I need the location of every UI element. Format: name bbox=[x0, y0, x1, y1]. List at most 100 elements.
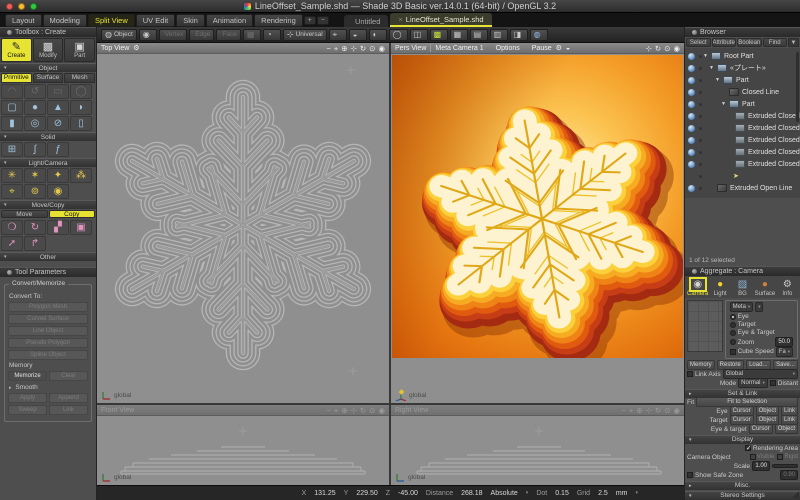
visibility-toggle[interactable] bbox=[688, 185, 695, 192]
mode-dropdown[interactable]: Normal▾ bbox=[738, 378, 768, 388]
toolbox-mode-button[interactable]: ▩ Modify bbox=[33, 38, 64, 62]
viewport-zoom-icon[interactable]: ⊹ bbox=[646, 44, 652, 53]
item-label[interactable]: Part bbox=[736, 77, 749, 84]
visibility-toggle[interactable] bbox=[688, 101, 695, 108]
rendered-preview[interactable] bbox=[392, 55, 683, 358]
primitive-tool-icon[interactable]: ↺ bbox=[24, 84, 46, 99]
primitive-tool-icon[interactable]: ● bbox=[24, 100, 46, 115]
viewport-zoom-icon[interactable]: + bbox=[334, 406, 338, 415]
add-workspace-button[interactable]: + bbox=[304, 16, 316, 25]
viewport-zoom-icon[interactable]: ⊕ bbox=[341, 406, 347, 415]
rendering-area-checkbox[interactable] bbox=[745, 445, 751, 451]
pause-button[interactable]: Pause bbox=[532, 45, 552, 52]
visibility-toggle[interactable] bbox=[688, 89, 695, 96]
viewport-zoom-icon[interactable]: ↻ bbox=[655, 44, 661, 53]
light-camera-tool-icon[interactable]: ⊚ bbox=[24, 184, 46, 199]
scale-field[interactable]: 1.00 bbox=[752, 461, 770, 471]
unit-dropdown[interactable]: mm bbox=[616, 490, 628, 497]
viewport-zoom-icon[interactable]: ◉ bbox=[673, 406, 680, 415]
smooth-button[interactable]: Apply bbox=[8, 393, 47, 403]
filter-funnel-icon[interactable]: ▼ bbox=[788, 38, 799, 47]
move-copy-tool-icon[interactable]: ❍ bbox=[1, 220, 23, 235]
move-copy-tool-icon[interactable]: ▣ bbox=[70, 220, 92, 235]
aggregate-tab[interactable]: ● Light bbox=[709, 278, 730, 297]
coordinate-mode-dropdown[interactable]: Absolute bbox=[491, 490, 518, 497]
move-copy-toggle-button[interactable]: Copy bbox=[49, 210, 96, 218]
scale-field-2[interactable] bbox=[772, 464, 798, 468]
toolbox-header[interactable]: Toolbox : Create bbox=[0, 27, 96, 37]
render-flag[interactable] bbox=[697, 115, 703, 118]
radio-button[interactable] bbox=[730, 322, 736, 328]
tree-row[interactable]: Extruded Closed bbox=[685, 134, 800, 146]
move-copy-section-bar[interactable]: ▾ Move/Copy bbox=[0, 200, 96, 209]
tree-scrollbar[interactable] bbox=[796, 52, 799, 122]
workspace-tab[interactable]: Skin bbox=[176, 14, 205, 27]
item-label[interactable]: «プレート» bbox=[730, 63, 766, 73]
viewport-zoom-icon[interactable]: ◉ bbox=[378, 406, 385, 415]
item-label[interactable]: Closed Line bbox=[742, 89, 779, 96]
toolbox-mode-button[interactable]: ▣ Part bbox=[64, 38, 95, 62]
viewport-zoom-icon[interactable]: ↻ bbox=[655, 406, 661, 415]
render-flag[interactable] bbox=[697, 151, 703, 154]
eye-target-set-button[interactable]: Object bbox=[775, 424, 798, 434]
render-flag[interactable] bbox=[697, 127, 703, 130]
distant-checkbox[interactable] bbox=[770, 380, 776, 386]
camera-object-option[interactable]: Rigid bbox=[777, 454, 798, 460]
toolbar-button[interactable]: ◍ Object bbox=[101, 29, 137, 41]
render-flag[interactable] bbox=[697, 175, 703, 178]
tree-row[interactable]: Closed Line bbox=[685, 86, 800, 98]
move-copy-toggle-button[interactable]: Move bbox=[1, 210, 48, 218]
workspace-tab[interactable]: Split View bbox=[88, 14, 135, 27]
toolbar-button[interactable]: ◒ bbox=[349, 29, 367, 41]
aggregate-tab[interactable]: ◉ Camera bbox=[687, 278, 708, 297]
memory-button[interactable]: Clear bbox=[49, 371, 88, 381]
workspace-tab[interactable]: Layout bbox=[5, 14, 42, 27]
solid-section-bar[interactable]: ▾ Solid bbox=[0, 132, 96, 141]
expand-arrow-icon[interactable]: ▼ bbox=[721, 101, 727, 107]
tree-row[interactable]: Extruded Open Line bbox=[685, 182, 800, 194]
tree-row[interactable]: ▼ «プレート» bbox=[685, 62, 800, 74]
toolbar-button[interactable]: ⌖ bbox=[329, 29, 347, 41]
right-view-wireframe[interactable] bbox=[391, 417, 683, 485]
remove-workspace-button[interactable]: − bbox=[317, 16, 329, 25]
workspace-tab[interactable]: Animation bbox=[206, 14, 253, 27]
render-flag[interactable] bbox=[697, 139, 703, 142]
toolbar-button[interactable]: Face bbox=[216, 29, 240, 41]
workspace-tab[interactable]: UV Edit bbox=[136, 14, 175, 27]
link-axis-checkbox[interactable] bbox=[687, 371, 693, 377]
object-section-bar[interactable]: ▾ Object bbox=[0, 63, 96, 72]
browser-tab[interactable]: Attributes bbox=[712, 38, 737, 47]
move-copy-tool-icon[interactable]: ↻ bbox=[24, 220, 46, 235]
viewport-zoom-icon[interactable]: − bbox=[621, 406, 625, 415]
primitive-tool-icon[interactable]: ◯ bbox=[70, 84, 92, 99]
object-type-tab[interactable]: Mesh bbox=[64, 73, 95, 83]
toolbar-button[interactable]: Vertex bbox=[159, 29, 187, 41]
expand-arrow-icon[interactable]: ▼ bbox=[715, 77, 721, 83]
item-label[interactable]: Part bbox=[742, 101, 755, 108]
camera-radio-row[interactable]: Target bbox=[728, 321, 795, 329]
primitive-tool-icon[interactable]: ▯ bbox=[70, 116, 92, 131]
smooth-button[interactable]: Link bbox=[49, 405, 88, 415]
viewport-title[interactable]: Front View bbox=[101, 407, 134, 414]
front-view-header[interactable]: Front View −+⊕⊹↻⊙◉ bbox=[97, 405, 389, 416]
primitive-tool-icon[interactable]: ⊘ bbox=[47, 116, 69, 131]
tree-row[interactable]: ▼ Part bbox=[685, 98, 800, 110]
primitive-tool-icon[interactable]: ▲ bbox=[47, 100, 69, 115]
workspace-tab[interactable]: Rendering bbox=[254, 14, 303, 27]
right-view-header[interactable]: Right View −+⊕⊹↻⊙◉ bbox=[391, 405, 684, 416]
render-flag[interactable] bbox=[697, 67, 703, 70]
move-copy-tool-icon[interactable]: ↱ bbox=[24, 236, 46, 251]
smooth-section-bar[interactable]: ▸ Smooth bbox=[9, 384, 87, 391]
viewport-zoom-icon[interactable]: ⊙ bbox=[664, 44, 670, 53]
meta-dropdown[interactable]: Meta▾ bbox=[730, 302, 754, 312]
viewport-zoom-icon[interactable]: ⊙ bbox=[369, 406, 375, 415]
tool-parameters-header[interactable]: Tool Parameters bbox=[0, 267, 96, 277]
toolbar-button[interactable]: ▥ bbox=[490, 29, 508, 41]
viewport-zoom-icon[interactable]: ⊹ bbox=[646, 406, 652, 415]
item-label[interactable]: Root Part bbox=[724, 53, 754, 60]
render-flag[interactable] bbox=[697, 163, 703, 166]
tree-row[interactable]: Extruded Closed bbox=[685, 110, 800, 122]
memory-button[interactable]: Memorize bbox=[8, 371, 47, 381]
toolbar-button[interactable]: ◉ bbox=[139, 29, 157, 41]
viewport-zoom-icon[interactable]: ⊙ bbox=[369, 44, 375, 53]
